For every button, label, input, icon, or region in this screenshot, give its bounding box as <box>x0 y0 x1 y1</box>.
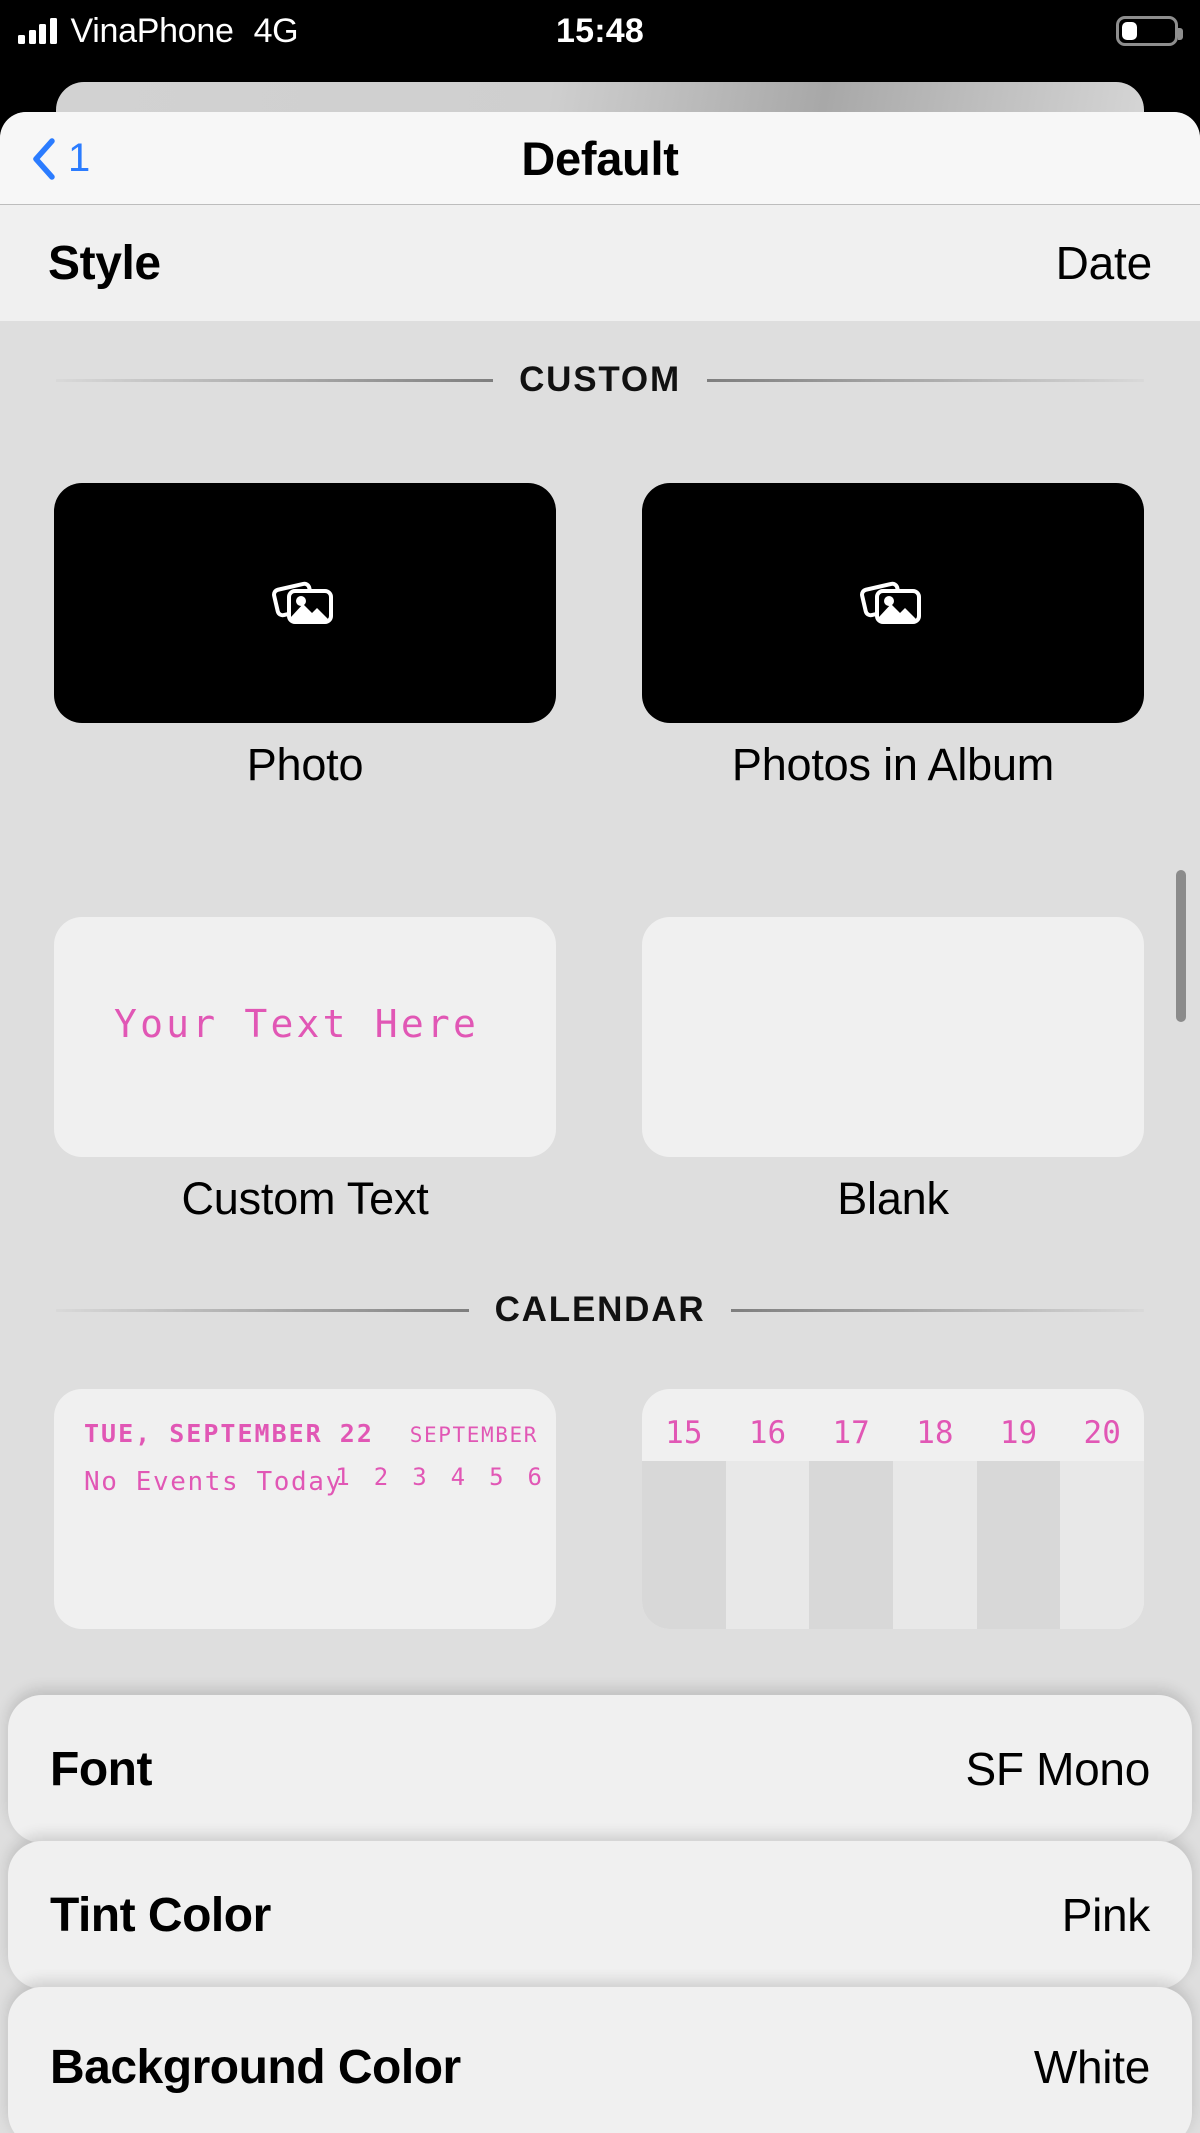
tint-color-row-label: Tint Color <box>50 1888 271 1942</box>
navigation-bar: 1 Default <box>0 112 1200 205</box>
section-divider-left <box>56 1308 469 1312</box>
calendar-week-day-number: 15 <box>665 1415 703 1451</box>
background-color-row-label: Background Color <box>50 2040 461 2094</box>
vertical-scrollbar[interactable] <box>1176 870 1186 1022</box>
widget-tile-calendar-week[interactable]: 15 16 17 18 19 20 <box>642 1389 1144 1629</box>
settings-sheet: 1 Default Style Date CUSTOM Photo Photos… <box>0 112 1200 2133</box>
calendar-date-title: TUE, SEPTEMBER 22 <box>84 1419 374 1448</box>
section-title: CUSTOM <box>519 360 681 399</box>
calendar-day-number: 6 <box>527 1463 542 1491</box>
widget-tile-label-blank: Blank <box>837 1173 949 1224</box>
calendar-day-number: 1 <box>335 1463 350 1491</box>
section-divider-left <box>56 378 494 382</box>
widget-tile-label-photos-in-album: Photos in Album <box>731 739 1055 790</box>
widget-tile-blank[interactable] <box>642 917 1144 1157</box>
calendar-day-numbers: 123456 <box>335 1463 542 1491</box>
calendar-week-column <box>725 1461 810 1629</box>
widget-tile-photo[interactable] <box>54 483 556 723</box>
tint-color-row-value: Pink <box>1061 1889 1151 1941</box>
calendar-week-columns <box>642 1461 1144 1629</box>
calendar-week-day-number: 20 <box>1083 1415 1121 1451</box>
section-header-custom: CUSTOM <box>0 353 1200 407</box>
calendar-week-day-number: 17 <box>832 1415 870 1451</box>
calendar-day-number: 5 <box>489 1463 504 1491</box>
calendar-week-column <box>809 1461 894 1629</box>
page-title: Default <box>521 132 679 185</box>
style-row-label: Style <box>48 236 161 290</box>
calendar-week-column <box>976 1461 1061 1629</box>
photo-stack-icon <box>860 577 926 629</box>
calendar-week-day-number: 19 <box>999 1415 1038 1451</box>
calendar-day-number: 4 <box>450 1463 466 1491</box>
calendar-no-events-text: No Events Today <box>84 1467 343 1497</box>
status-bar-clock: 15:48 <box>556 11 644 50</box>
font-row[interactable]: Font SF Mono <box>8 1695 1192 1843</box>
section-title: CALENDAR <box>494 1290 706 1329</box>
background-color-row-value: White <box>1033 2041 1150 2093</box>
photo-stack-icon <box>272 577 338 629</box>
phone-screen: VinaPhone 4G 15:48 1 Default Style Date … <box>0 0 1200 2133</box>
widget-tile-photos-in-album[interactable] <box>642 483 1144 723</box>
calendar-month-label: SEPTEMBER <box>409 1423 538 1447</box>
widget-tile-label-photo: Photo <box>246 739 364 790</box>
calendar-day-number: 2 <box>373 1463 389 1491</box>
tint-color-row[interactable]: Tint Color Pink <box>8 1841 1192 1989</box>
widget-tile-custom-text[interactable]: Your Text Here <box>54 917 556 1157</box>
section-divider-right <box>731 1308 1144 1312</box>
style-row[interactable]: Style Date <box>0 205 1200 335</box>
font-row-value: SF Mono <box>965 1743 1150 1795</box>
custom-text-preview: Your Text Here <box>114 1002 480 1046</box>
background-color-row[interactable]: Background Color White <box>8 1987 1192 2133</box>
style-row-value: Date <box>1055 237 1153 289</box>
status-bar-right <box>1116 0 1183 62</box>
section-header-calendar: CALENDAR <box>0 1283 1200 1337</box>
status-bar: VinaPhone 4G 15:48 <box>0 0 1200 62</box>
calendar-week-column <box>1060 1461 1144 1629</box>
section-divider-right <box>706 378 1145 382</box>
calendar-day-number: 3 <box>412 1463 427 1491</box>
widget-tile-label-custom-text: Custom Text <box>181 1173 429 1224</box>
calendar-week-day-number: 16 <box>748 1415 787 1451</box>
battery-icon <box>1116 16 1183 46</box>
calendar-week-column <box>642 1461 726 1629</box>
widget-tile-calendar-agenda[interactable]: TUE, SEPTEMBER 22 No Events Today SEPTEM… <box>54 1389 556 1629</box>
font-row-label: Font <box>50 1742 152 1796</box>
calendar-week-day-number: 18 <box>916 1415 954 1451</box>
calendar-week-day-numbers: 15 16 17 18 19 20 <box>642 1415 1144 1451</box>
calendar-week-column <box>893 1461 977 1629</box>
